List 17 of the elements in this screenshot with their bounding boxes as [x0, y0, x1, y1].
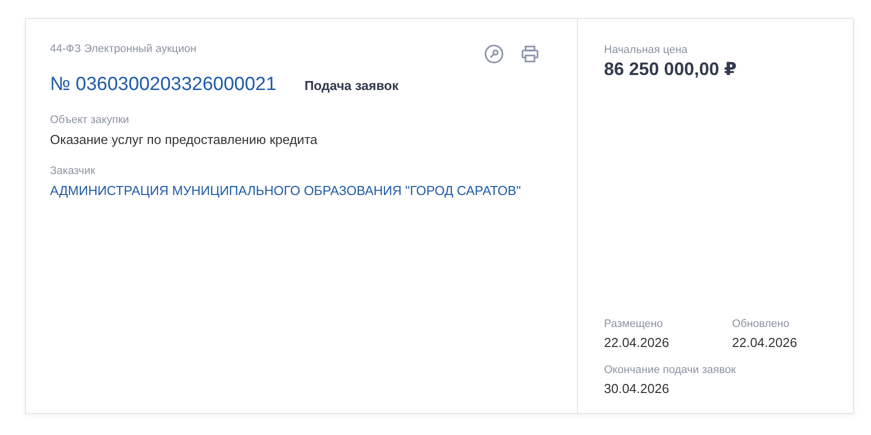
procedure-type: 44-ФЗ Электронный аукцион — [50, 43, 196, 55]
date-value: 30.04.2026 — [604, 381, 670, 396]
date-value: 22.04.2026 — [604, 335, 670, 350]
print-icon[interactable] — [520, 44, 540, 64]
tender-number-link[interactable]: № 0360300203326000021 — [50, 74, 276, 96]
field-label: Заказчик — [50, 165, 96, 177]
status-label: Подача заявок — [304, 78, 398, 92]
price-value: 86 250 000,00 ₽ — [604, 59, 738, 80]
date-label: Размещено — [604, 318, 664, 330]
date-value: 22.04.2026 — [732, 335, 798, 350]
field-label: Объект закупки — [50, 114, 130, 126]
customer-link[interactable]: АДМИНИСТРАЦИЯ МУНИЦИПАЛЬНОГО ОБРАЗОВАНИЯ "ГОРОД САРАТОВ" — [50, 183, 553, 198]
key-icon[interactable] — [484, 44, 504, 64]
price-label: Начальная цена — [604, 44, 689, 56]
date-label: Обновлено — [732, 318, 790, 330]
date-label: Окончание подачи заявок — [604, 364, 737, 376]
field-value: Оказание услуг по предоставлению кредита — [50, 132, 318, 147]
